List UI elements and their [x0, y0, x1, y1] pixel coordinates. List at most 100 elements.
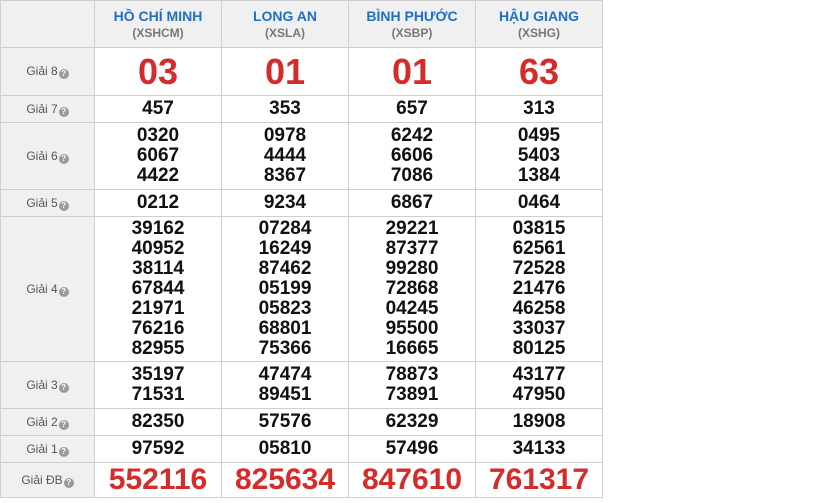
result-number: 16665 — [385, 338, 439, 359]
prize-rows: Giải 8? 03 01 01 63 Giải 7? 457 353 657 313 Giải 6… — [0, 47, 603, 498]
result-number: 0212 — [136, 192, 180, 213]
special-prize-number: 825634 — [234, 463, 336, 496]
prize-label: Giải 3 — [26, 377, 58, 392]
province-name[interactable]: HẬU GIANG — [476, 8, 602, 24]
result-cell: 313 — [475, 95, 603, 123]
result-number: 01 — [391, 50, 433, 92]
result-number: 47950 — [512, 384, 566, 405]
result-cell: 457 — [94, 95, 222, 123]
result-number: 01 — [264, 50, 306, 92]
result-cell: 01 — [348, 47, 476, 96]
result-number: 05199 — [258, 278, 312, 299]
special-prize-number: 552116 — [108, 463, 208, 496]
prize-label-cell: Giải 1? — [0, 435, 95, 463]
result-cell: 657 — [348, 95, 476, 123]
result-number: 5403 — [517, 145, 561, 166]
question-circle-icon[interactable]: ? — [58, 286, 69, 297]
result-cell: 18908 — [475, 408, 603, 436]
prize-label-cell: Giải 2? — [0, 408, 95, 436]
province-header-3[interactable]: HẬU GIANG (XSHG) — [475, 0, 603, 48]
prize-row-gdb: Giải ĐB? 552116 825634 847610 761317 — [0, 462, 603, 498]
result-number: 0464 — [517, 192, 561, 213]
province-header-2[interactable]: BÌNH PHƯỚC (XSBP) — [348, 0, 476, 48]
result-number: 1384 — [517, 165, 561, 186]
result-number: 46258 — [512, 298, 566, 319]
result-number: 6867 — [390, 192, 434, 213]
result-cell: 552116 — [94, 462, 222, 498]
question-circle-icon[interactable]: ? — [58, 200, 69, 211]
prize-label-cell: Giải ĐB? — [0, 462, 95, 498]
prize-row-g5: Giải 5? 0212 9234 6867 0464 — [0, 189, 603, 217]
result-cell: 39162 40952 38114 67844 21971 76216 82955 — [94, 216, 222, 362]
result-number: 05810 — [258, 438, 312, 459]
province-name[interactable]: HỒ CHÍ MINH — [95, 8, 221, 24]
result-cell: 6867 — [348, 189, 476, 217]
result-cell: 63 — [475, 47, 603, 96]
question-circle-icon[interactable]: ? — [63, 477, 74, 488]
result-number: 43177 — [512, 364, 566, 385]
result-number: 63 — [518, 50, 560, 92]
result-cell: 6242 6606 7086 — [348, 122, 476, 190]
result-number: 99280 — [385, 258, 439, 279]
question-circle-icon[interactable]: ? — [58, 106, 69, 117]
result-cell: 825634 — [221, 462, 349, 498]
prize-label: Giải 5 — [26, 195, 58, 210]
result-number: 313 — [523, 98, 555, 119]
result-cell: 0212 — [94, 189, 222, 217]
result-number: 6242 — [390, 125, 434, 146]
result-cell: 01 — [221, 47, 349, 96]
prize-label-cell: Giải 6? — [0, 122, 95, 190]
result-number: 38114 — [132, 258, 184, 279]
result-number: 80125 — [512, 338, 566, 359]
province-header-0[interactable]: HỒ CHÍ MINH (XSHCM) — [94, 0, 222, 48]
question-circle-icon[interactable]: ? — [58, 69, 69, 79]
result-number: 4422 — [136, 165, 180, 186]
result-number: 21476 — [512, 278, 566, 299]
prize-label-cell: Giải 5? — [0, 189, 95, 217]
result-number: 33037 — [512, 318, 566, 339]
result-cell: 29221 87377 99280 72868 04245 95500 16665 — [348, 216, 476, 362]
result-cell: 9234 — [221, 189, 349, 217]
result-cell: 43177 47950 — [475, 361, 603, 409]
result-number: 0320 — [136, 125, 180, 146]
province-name[interactable]: BÌNH PHƯỚC — [349, 8, 475, 24]
result-cell: 353 — [221, 95, 349, 123]
result-number: 40952 — [131, 238, 185, 259]
province-header-1[interactable]: LONG AN (XSLA) — [221, 0, 349, 48]
result-number: 18908 — [512, 411, 566, 432]
result-number: 62329 — [385, 411, 439, 432]
question-circle-icon[interactable]: ? — [58, 419, 69, 430]
question-circle-icon[interactable]: ? — [58, 153, 69, 164]
prize-row-g8: Giải 8? 03 01 01 63 — [0, 47, 603, 96]
result-cell: 03815 62561 72528 21476 46258 33037 80125 — [475, 216, 603, 362]
special-prize-number: 847610 — [361, 463, 463, 496]
result-number: 03 — [137, 50, 179, 92]
header-corner — [0, 0, 95, 48]
result-number: 75366 — [258, 338, 312, 359]
prize-row-g1: Giải 1? 97592 05810 57496 34133 — [0, 435, 603, 463]
prize-row-g7: Giải 7? 457 353 657 313 — [0, 95, 603, 123]
result-number: 62561 — [512, 238, 566, 259]
result-cell: 0495 5403 1384 — [475, 122, 603, 190]
question-circle-icon[interactable]: ? — [58, 446, 69, 457]
result-number: 87377 — [385, 238, 439, 259]
province-name[interactable]: LONG AN — [222, 8, 348, 24]
result-number: 0495 — [517, 125, 561, 146]
question-circle-icon[interactable]: ? — [58, 382, 69, 393]
lottery-results-table: HỒ CHÍ MINH (XSHCM) LONG AN (XSLA) BÌNH … — [0, 0, 603, 498]
result-number: 72868 — [385, 278, 439, 299]
result-number: 07284 — [258, 218, 312, 239]
result-cell: 35197 71531 — [94, 361, 222, 409]
result-number: 03815 — [512, 218, 566, 239]
result-number: 47474 — [258, 364, 312, 385]
result-cell: 05810 — [221, 435, 349, 463]
result-number: 05823 — [258, 298, 312, 319]
result-number: 76216 — [131, 318, 185, 339]
result-number: 34133 — [512, 438, 566, 459]
result-cell: 761317 — [475, 462, 603, 498]
prize-label: Giải 1 — [26, 441, 58, 456]
province-code: (XSBP) — [391, 26, 433, 40]
prize-label: Giải ĐB — [21, 472, 63, 487]
prize-row-g2: Giải 2? 82350 57576 62329 18908 — [0, 408, 603, 436]
result-number: 71531 — [131, 384, 185, 405]
